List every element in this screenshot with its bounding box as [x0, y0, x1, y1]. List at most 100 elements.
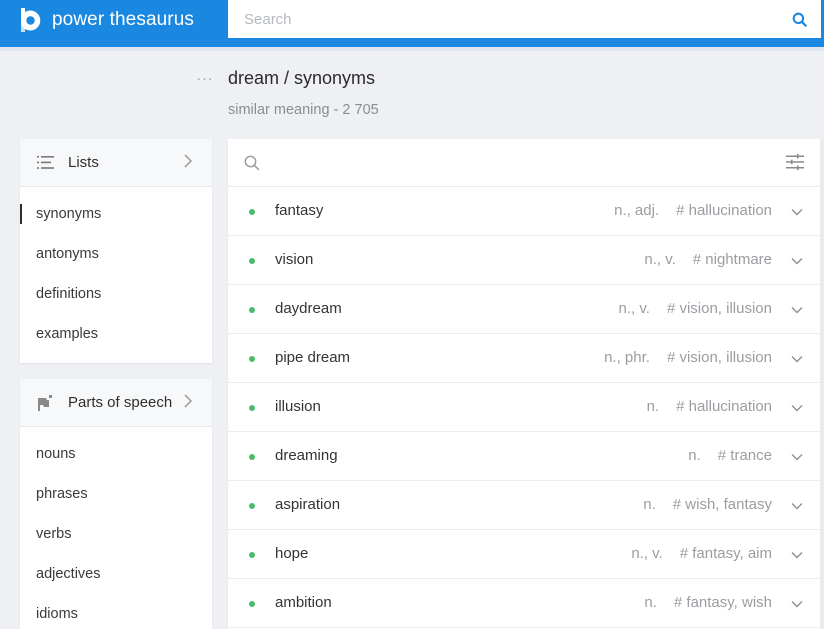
- result-tags: # vision, illusion: [666, 300, 772, 317]
- result-tags: # hallucination: [676, 202, 772, 219]
- result-part-of-speech: n., phr.: [604, 349, 650, 366]
- lists-item-label: examples: [36, 326, 99, 342]
- result-meta: n., v. # fantasy, aim: [631, 545, 772, 562]
- lists-title: Lists: [68, 154, 99, 171]
- result-part-of-speech: n.: [688, 447, 701, 464]
- flag-icon: [36, 394, 54, 411]
- result-word-link[interactable]: hope: [275, 545, 308, 562]
- result-part-of-speech: n., v.: [618, 300, 650, 317]
- results-card: fantasy n., adj. # hallucination vision …: [228, 139, 820, 629]
- expand-chevron-down-icon[interactable]: [790, 205, 804, 219]
- result-row: daydream n., v. # vision, illusion: [228, 285, 820, 334]
- result-row: pipe dream n., phr. # vision, illusion: [228, 334, 820, 383]
- result-word-link[interactable]: fantasy: [275, 202, 323, 219]
- brand-link[interactable]: power thesaurus: [19, 7, 194, 33]
- expand-chevron-down-icon[interactable]: [790, 352, 804, 366]
- results-list: fantasy n., adj. # hallucination vision …: [228, 187, 820, 628]
- result-row: dreaming n. # trance: [228, 432, 820, 481]
- expand-chevron-down-icon[interactable]: [790, 499, 804, 513]
- top-bar-divider: [0, 47, 824, 51]
- lists-nav: synonyms antonyms definitions examples: [20, 187, 212, 354]
- result-meta: n. # fantasy, wish: [644, 594, 772, 611]
- result-row: vision n., v. # nightmare: [228, 236, 820, 285]
- result-row: ambition n. # fantasy, wish: [228, 579, 820, 628]
- search-input[interactable]: [228, 0, 777, 38]
- pos-item-label: adjectives: [36, 566, 101, 582]
- result-meta: n. # hallucination: [647, 398, 772, 415]
- result-word-link[interactable]: daydream: [275, 300, 342, 317]
- chevron-right-icon: [184, 154, 193, 173]
- sliders-icon: [786, 154, 804, 170]
- pos-item-phrases[interactable]: phrases: [20, 474, 212, 514]
- result-meta: n., phr. # vision, illusion: [604, 349, 772, 366]
- result-tags: # trance: [717, 447, 772, 464]
- search-button[interactable]: [777, 0, 821, 38]
- page-subtitle: similar meaning - 2 705: [228, 102, 379, 118]
- expand-chevron-down-icon[interactable]: [790, 597, 804, 611]
- parts-of-speech-card: Parts of speech nouns phrases verbs adje…: [20, 379, 212, 629]
- result-row: aspiration n. # wish, fantasy: [228, 481, 820, 530]
- expand-chevron-down-icon[interactable]: [790, 254, 804, 268]
- parts-of-speech-nav: nouns phrases verbs adjectives idioms: [20, 427, 212, 629]
- rating-dot-icon: [249, 601, 255, 607]
- result-row: fantasy n., adj. # hallucination: [228, 187, 820, 236]
- rating-dot-icon: [249, 454, 255, 460]
- result-tags: # wish, fantasy: [672, 496, 772, 513]
- pos-item-adjectives[interactable]: adjectives: [20, 554, 212, 594]
- parts-of-speech-title: Parts of speech: [68, 394, 173, 411]
- result-meta: n., adj. # hallucination: [614, 202, 772, 219]
- rating-dot-icon: [249, 356, 255, 362]
- result-tags: # fantasy, wish: [673, 594, 772, 611]
- result-word-link[interactable]: dreaming: [275, 447, 338, 464]
- result-word-link[interactable]: pipe dream: [275, 349, 350, 366]
- rating-dot-icon: [249, 209, 255, 215]
- pos-item-verbs[interactable]: verbs: [20, 514, 212, 554]
- expand-chevron-down-icon[interactable]: [790, 548, 804, 562]
- search-icon: [792, 12, 807, 27]
- result-meta: n. # wish, fantasy: [643, 496, 772, 513]
- result-part-of-speech: n., v.: [644, 251, 676, 268]
- top-bar: power thesaurus: [0, 0, 824, 47]
- result-part-of-speech: n.: [646, 398, 660, 415]
- rating-dot-icon: [249, 258, 255, 264]
- expand-chevron-down-icon[interactable]: [790, 450, 804, 464]
- result-word-link[interactable]: vision: [275, 251, 313, 268]
- result-tags: # hallucination: [676, 398, 772, 415]
- list-icon: [36, 155, 54, 171]
- more-options-button[interactable]: ···: [195, 70, 215, 86]
- pos-item-nouns[interactable]: nouns: [20, 434, 212, 474]
- rating-dot-icon: [249, 552, 255, 558]
- lists-item-synonyms[interactable]: synonyms: [20, 194, 212, 234]
- result-word-link[interactable]: illusion: [275, 398, 321, 415]
- result-part-of-speech: n., adj.: [614, 202, 660, 219]
- lists-item-examples[interactable]: examples: [20, 314, 212, 354]
- result-word-link[interactable]: aspiration: [275, 496, 340, 513]
- pos-item-idioms[interactable]: idioms: [20, 594, 212, 629]
- filter-search-icon: [244, 155, 260, 170]
- page-title: dream / synonyms: [228, 68, 376, 88]
- result-row: illusion n. # hallucination: [228, 383, 820, 432]
- filter-input[interactable]: [270, 139, 820, 186]
- result-part-of-speech: n., v.: [631, 545, 663, 562]
- pos-item-label: idioms: [36, 606, 78, 622]
- lists-item-definitions[interactable]: definitions: [20, 274, 212, 314]
- rating-dot-icon: [249, 307, 255, 313]
- search-bar: [228, 0, 821, 38]
- lists-item-antonyms[interactable]: antonyms: [20, 234, 212, 274]
- lists-item-label: synonyms: [36, 206, 102, 222]
- result-tags: # nightmare: [692, 251, 772, 268]
- result-part-of-speech: n.: [644, 594, 657, 611]
- expand-chevron-down-icon[interactable]: [790, 401, 804, 415]
- parts-of-speech-header[interactable]: Parts of speech: [20, 379, 212, 427]
- result-row: hope n., v. # fantasy, aim: [228, 530, 820, 579]
- lists-card: Lists synonyms antonyms definitions exam…: [20, 139, 212, 363]
- filter-settings-button[interactable]: [786, 154, 806, 172]
- power-thesaurus-logo-icon: [19, 8, 41, 32]
- rating-dot-icon: [249, 405, 255, 411]
- result-word-link[interactable]: ambition: [275, 594, 332, 611]
- expand-chevron-down-icon[interactable]: [790, 303, 804, 317]
- result-part-of-speech: n.: [643, 496, 656, 513]
- result-tags: # vision, illusion: [666, 349, 772, 366]
- pos-item-label: nouns: [36, 446, 76, 462]
- lists-header[interactable]: Lists: [20, 139, 212, 187]
